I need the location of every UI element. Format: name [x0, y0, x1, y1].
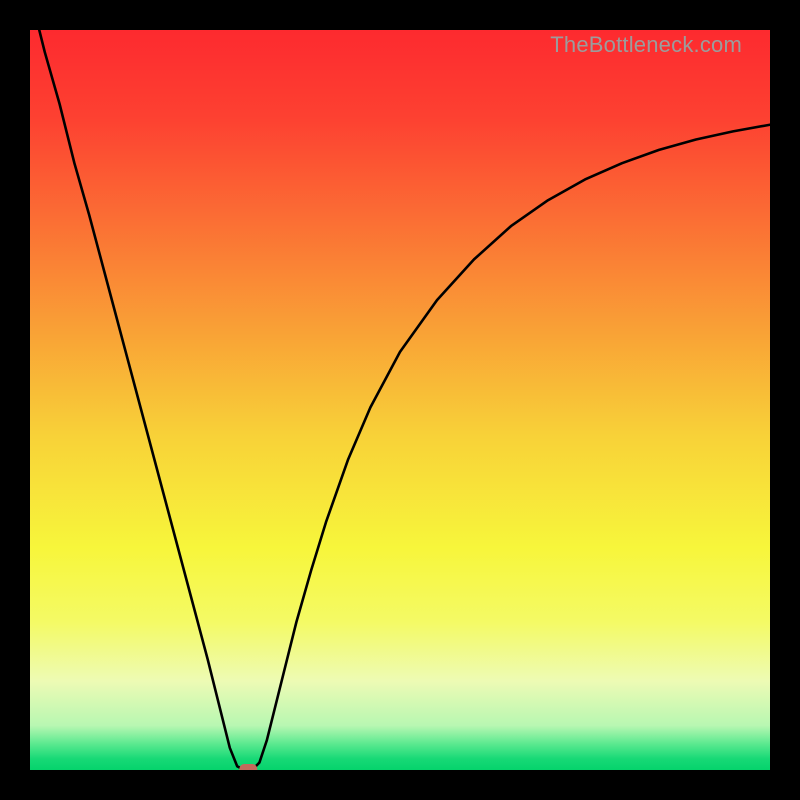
optimal-point-marker: [239, 764, 257, 770]
chart-frame: TheBottleneck.com: [0, 0, 800, 800]
bottleneck-chart: [30, 30, 770, 770]
gradient-background: [30, 30, 770, 770]
watermark-text: TheBottleneck.com: [550, 32, 742, 58]
